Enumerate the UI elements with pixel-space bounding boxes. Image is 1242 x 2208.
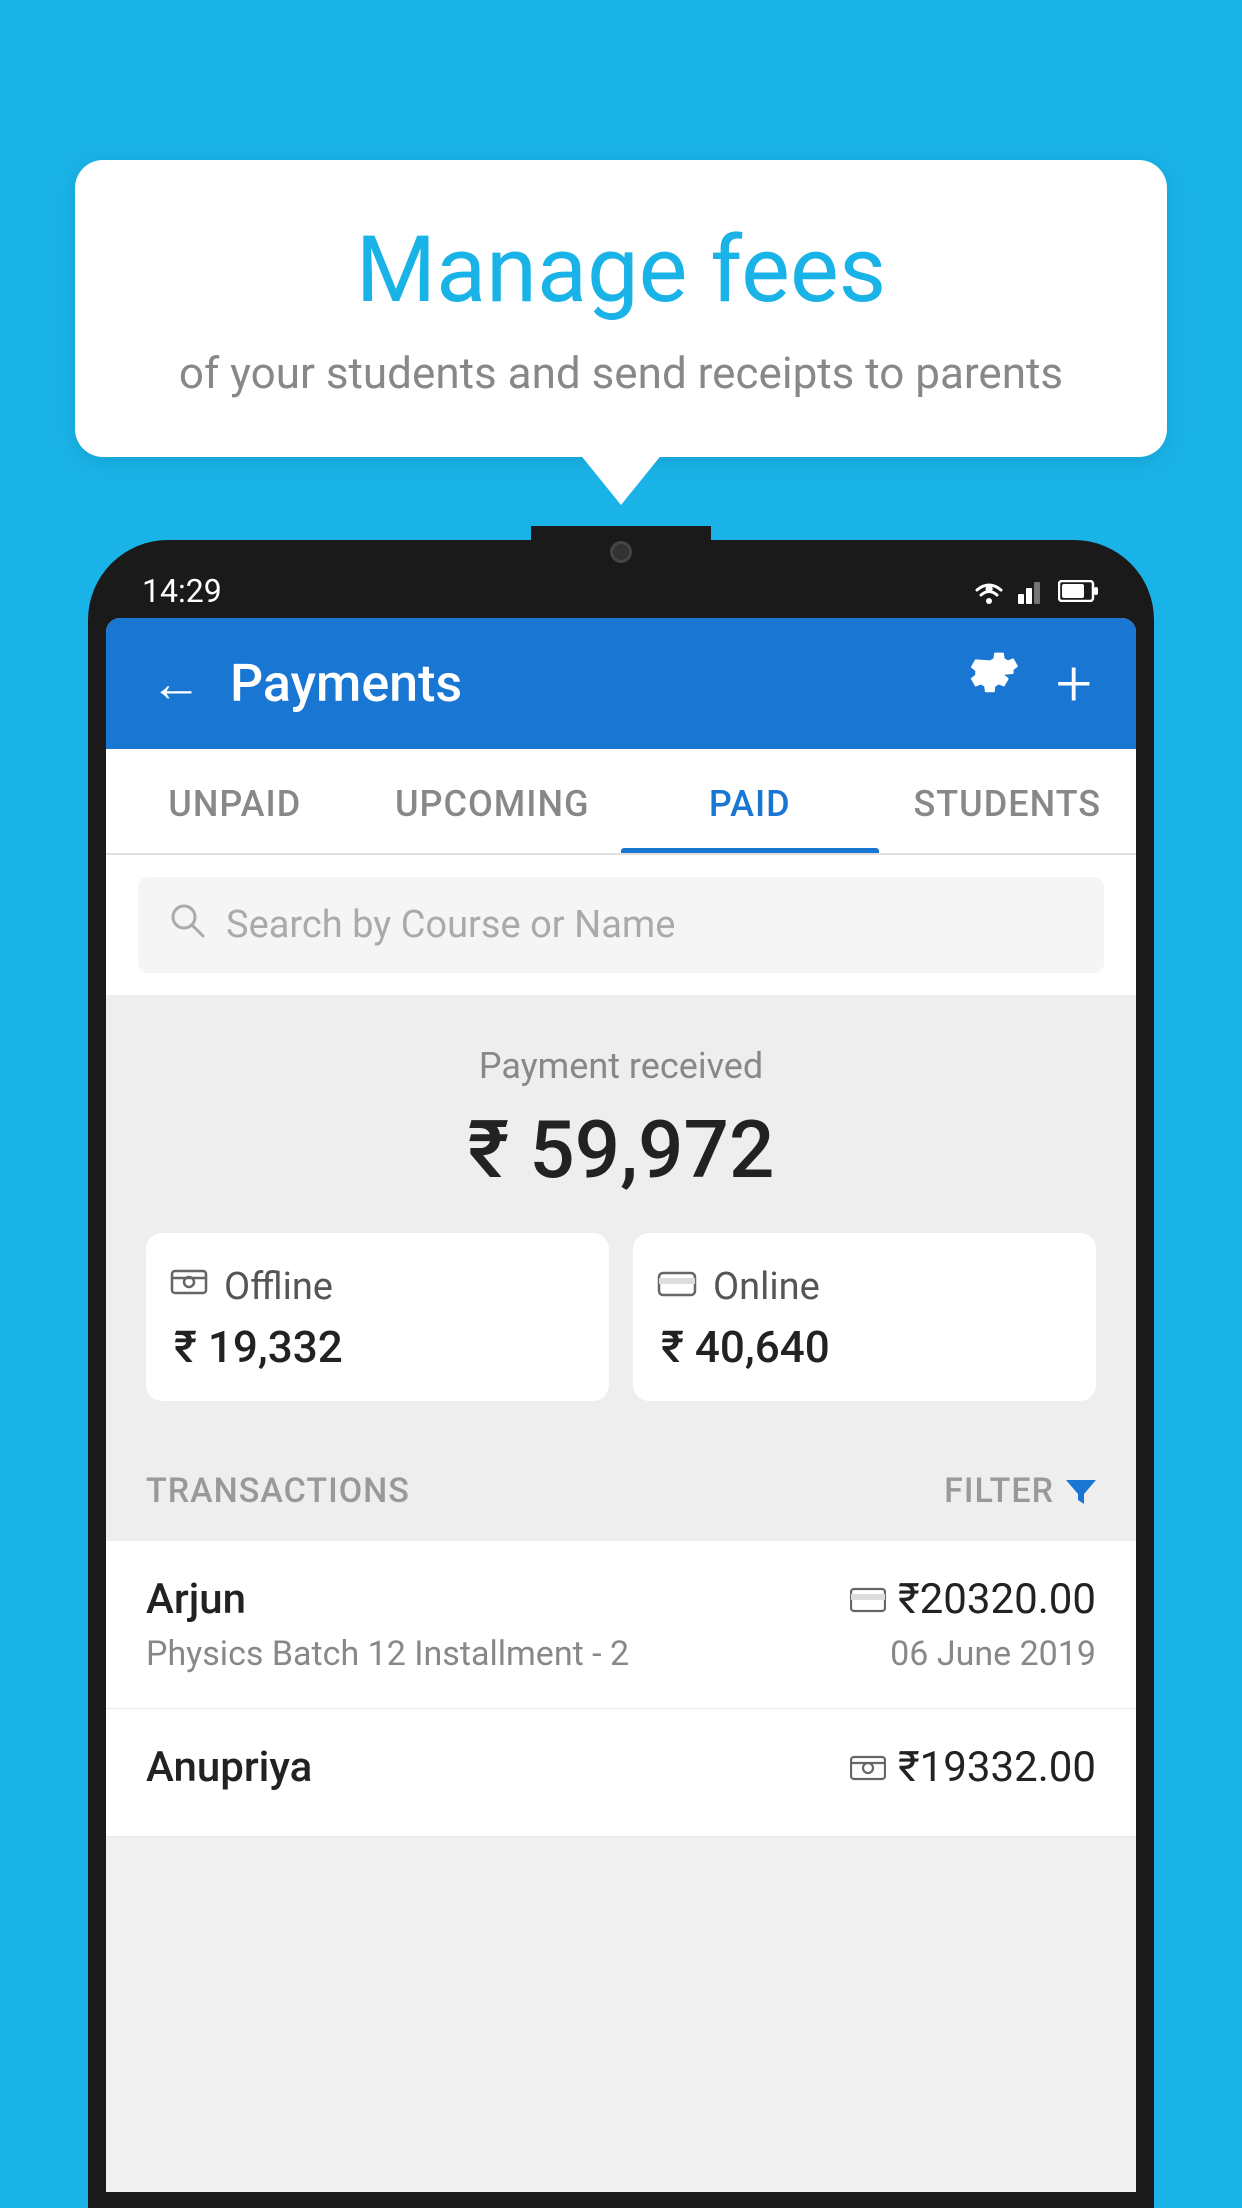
wifi-icon xyxy=(972,578,1006,604)
app-screen: ← Payments + UNPAID U xyxy=(106,618,1136,2192)
filter-label: FILTER xyxy=(944,1471,1054,1511)
transactions-header: TRANSACTIONS FILTER xyxy=(106,1441,1136,1541)
settings-icon[interactable] xyxy=(968,651,1020,716)
speech-bubble: Manage fees of your students and send re… xyxy=(75,160,1167,457)
status-bar: 14:29 xyxy=(106,554,1136,618)
student-name-2: Anupriya xyxy=(146,1743,312,1792)
signal-icon xyxy=(1018,578,1046,604)
offline-icon xyxy=(170,1265,208,1309)
payment-summary: Payment received ₹ 59,972 xyxy=(106,995,1136,1441)
tab-students[interactable]: STUDENTS xyxy=(879,749,1137,853)
transaction-sub-1: Physics Batch 12 Installment - 2 06 June… xyxy=(146,1634,1096,1674)
status-icons xyxy=(972,578,1100,604)
phone-outer: 14:29 xyxy=(88,540,1154,2208)
card-payment-icon xyxy=(850,1586,886,1614)
tab-unpaid[interactable]: UNPAID xyxy=(106,749,364,853)
add-icon[interactable]: + xyxy=(1056,646,1092,721)
filter-wrap[interactable]: FILTER xyxy=(944,1471,1096,1511)
payment-total: ₹ 59,972 xyxy=(146,1103,1096,1197)
status-time: 14:29 xyxy=(142,572,222,610)
transaction-row-1: Arjun ₹20320.00 xyxy=(146,1575,1096,1624)
online-icon xyxy=(657,1265,697,1309)
transactions-label: TRANSACTIONS xyxy=(146,1471,410,1511)
course-info: Physics Batch 12 Installment - 2 xyxy=(146,1634,629,1674)
transaction-amount-1: ₹20320.00 xyxy=(850,1575,1096,1624)
date-info: 06 June 2019 xyxy=(890,1634,1096,1674)
app-header: ← Payments + xyxy=(106,618,1136,749)
phone-wrapper: 14:29 xyxy=(88,540,1154,2208)
student-name: Arjun xyxy=(146,1575,246,1624)
search-bar[interactable]: Search by Course or Name xyxy=(138,877,1104,973)
payment-cards: Offline ₹ 19,332 xyxy=(146,1233,1096,1401)
payment-label: Payment received xyxy=(146,1045,1096,1087)
header-icons: + xyxy=(968,646,1092,721)
offline-card-header: Offline xyxy=(170,1265,585,1309)
offline-payment-icon xyxy=(850,1753,886,1783)
transaction-row-2: Anupriya ₹19332.00 xyxy=(146,1743,1096,1792)
bubble-title: Manage fees xyxy=(125,220,1117,321)
tab-paid[interactable]: PAID xyxy=(621,749,879,853)
transaction-item-2: Anupriya ₹19332.00 xyxy=(106,1709,1136,1837)
tabs-bar: UNPAID UPCOMING PAID STUDENTS xyxy=(106,749,1136,855)
transaction-item: Arjun ₹20320.00 Physics Batch 12 Install… xyxy=(106,1541,1136,1709)
offline-amount: ₹ 19,332 xyxy=(170,1321,585,1373)
transaction-amount-2: ₹19332.00 xyxy=(850,1743,1096,1792)
online-payment-card: Online ₹ 40,640 xyxy=(633,1233,1096,1401)
battery-icon xyxy=(1058,580,1100,602)
online-card-header: Online xyxy=(657,1265,1072,1309)
offline-type: Offline xyxy=(224,1265,333,1309)
bubble-subtitle: of your students and send receipts to pa… xyxy=(125,345,1117,402)
offline-payment-card: Offline ₹ 19,332 xyxy=(146,1233,609,1401)
online-amount: ₹ 40,640 xyxy=(657,1321,1072,1373)
search-icon xyxy=(168,901,206,949)
search-container: Search by Course or Name xyxy=(106,855,1136,995)
filter-icon xyxy=(1066,1476,1096,1506)
search-input[interactable]: Search by Course or Name xyxy=(226,903,675,947)
tab-upcoming[interactable]: UPCOMING xyxy=(364,749,622,853)
back-button[interactable]: ← xyxy=(150,658,202,710)
header-left: ← Payments xyxy=(150,653,462,714)
page-title: Payments xyxy=(230,653,462,714)
online-type: Online xyxy=(713,1265,820,1309)
